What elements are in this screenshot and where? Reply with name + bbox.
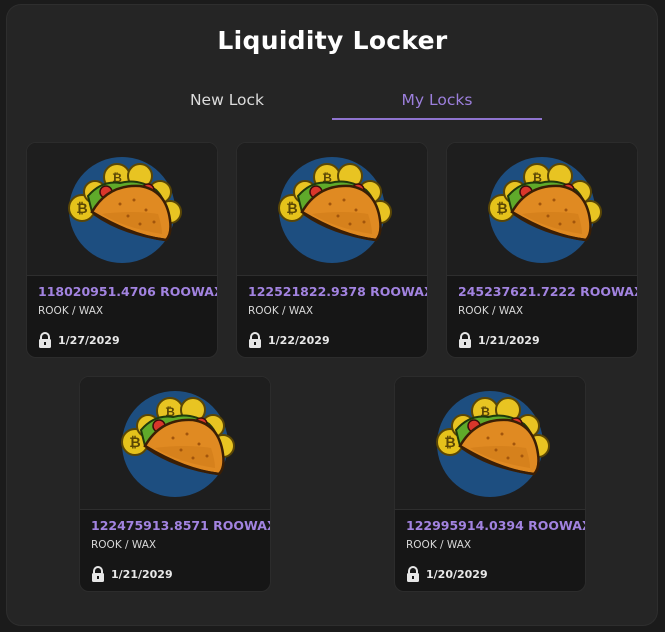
- unlock-row: 1/20/2029: [406, 565, 488, 583]
- lock-pair: ROOK / WAX: [406, 539, 472, 551]
- token-image: [80, 377, 270, 510]
- lock-pair: ROOK / WAX: [248, 305, 314, 317]
- unlock-date: 1/22/2029: [268, 333, 330, 347]
- unlock-date: 1/27/2029: [58, 333, 120, 347]
- lock-card[interactable]: 122995914.0394 ROOWAX ROOK / WAX 1/20/20…: [394, 376, 586, 592]
- lock-card[interactable]: 245237621.7222 ROOWAX ROOK / WAX 1/21/20…: [446, 142, 638, 358]
- lock-card[interactable]: 122521822.9378 ROOWAX ROOK / WAX 1/22/20…: [236, 142, 428, 358]
- lock-amount: 122995914.0394 ROOWAX: [406, 518, 586, 533]
- lock-icon: [91, 566, 105, 582]
- lock-icon: [406, 566, 420, 582]
- token-image: [447, 143, 637, 276]
- lock-card[interactable]: 122475913.8571 ROOWAX ROOK / WAX 1/21/20…: [79, 376, 271, 592]
- unlock-row: 1/22/2029: [248, 331, 330, 349]
- unlock-date: 1/20/2029: [426, 567, 488, 581]
- page-title: Liquidity Locker: [217, 26, 448, 55]
- tab-new-lock[interactable]: New Lock: [122, 86, 332, 118]
- lock-pair: ROOK / WAX: [91, 539, 157, 551]
- lock-amount: 118020951.4706 ROOWAX: [38, 284, 218, 299]
- lock-icon: [458, 332, 472, 348]
- taco-token-icon: [435, 389, 550, 499]
- unlock-row: 1/21/2029: [458, 331, 540, 349]
- lock-card[interactable]: 118020951.4706 ROOWAX ROOK / WAX 1/27/20…: [26, 142, 218, 358]
- token-image: [237, 143, 427, 276]
- lock-amount: 122521822.9378 ROOWAX: [248, 284, 428, 299]
- taco-token-icon: [120, 389, 235, 499]
- unlock-row: 1/27/2029: [38, 331, 120, 349]
- unlock-date: 1/21/2029: [478, 333, 540, 347]
- tab-my-locks[interactable]: My Locks: [332, 86, 542, 120]
- token-image: [395, 377, 585, 510]
- lock-amount: 245237621.7222 ROOWAX: [458, 284, 638, 299]
- lock-icon: [248, 332, 262, 348]
- taco-token-icon: [487, 155, 602, 265]
- lock-pair: ROOK / WAX: [38, 305, 104, 317]
- unlock-date: 1/21/2029: [111, 567, 173, 581]
- unlock-row: 1/21/2029: [91, 565, 173, 583]
- lock-amount: 122475913.8571 ROOWAX: [91, 518, 271, 533]
- taco-token-icon: [67, 155, 182, 265]
- lock-icon: [38, 332, 52, 348]
- taco-token-icon: [277, 155, 392, 265]
- lock-pair: ROOK / WAX: [458, 305, 524, 317]
- token-image: [27, 143, 217, 276]
